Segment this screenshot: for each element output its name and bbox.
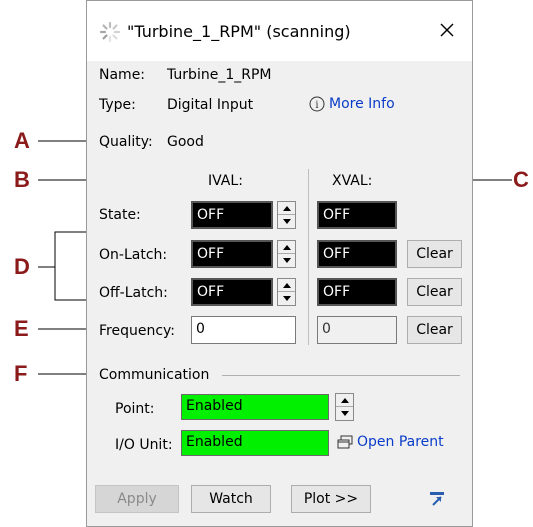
frequency-label: Frequency: — [99, 323, 176, 339]
more-info-link[interactable]: i More Info — [309, 96, 395, 112]
point-inspector-window: "Turbine_1_RPM" (scanning) Name: Turbine… — [86, 0, 473, 527]
spinner-icon — [99, 21, 121, 43]
open-parent-link[interactable]: Open Parent — [337, 434, 444, 450]
name-value: Turbine_1_RPM — [167, 67, 272, 83]
point-status-field: Enabled — [181, 394, 329, 420]
svg-text:i: i — [315, 100, 318, 111]
callout-c: C — [513, 167, 529, 192]
spin-down-icon[interactable] — [278, 292, 295, 305]
on-latch-clear-button[interactable]: Clear — [407, 240, 462, 268]
plot-button[interactable]: Plot >> — [291, 485, 371, 513]
spin-up-icon[interactable] — [278, 241, 295, 254]
info-icon: i — [309, 96, 325, 112]
frequency-clear-button[interactable]: Clear — [407, 316, 462, 344]
spin-down-icon[interactable] — [278, 254, 295, 267]
callout-b: B — [14, 167, 30, 192]
communication-separator — [222, 375, 460, 376]
io-unit-label: I/O Unit: — [115, 437, 173, 453]
on-latch-ival-spinner[interactable] — [277, 240, 296, 268]
title-bar: "Turbine_1_RPM" (scanning) — [87, 1, 472, 61]
off-latch-ival-spinner[interactable] — [277, 278, 296, 306]
quality-label: Quality: — [99, 134, 153, 150]
close-icon — [440, 23, 454, 37]
callout-d: D — [14, 254, 30, 279]
open-parent-label: Open Parent — [357, 434, 444, 450]
callout-e: E — [14, 316, 29, 341]
callout-f: F — [14, 361, 28, 386]
type-value: Digital Input — [167, 97, 254, 113]
close-button[interactable] — [432, 15, 462, 45]
spin-up-icon[interactable] — [278, 202, 295, 215]
pin-button[interactable] — [427, 489, 447, 509]
communication-section-label: Communication — [99, 367, 210, 383]
column-divider — [308, 169, 309, 345]
more-info-label: More Info — [329, 96, 395, 112]
spin-up-icon[interactable] — [336, 394, 353, 407]
on-latch-label: On-Latch: — [99, 247, 168, 263]
on-latch-ival-field[interactable]: OFF — [191, 240, 273, 268]
spin-up-icon[interactable] — [278, 279, 295, 292]
spin-down-icon[interactable] — [336, 407, 353, 420]
off-latch-label: Off-Latch: — [99, 285, 168, 301]
on-latch-xval-field[interactable]: OFF — [317, 240, 397, 268]
type-label: Type: — [99, 97, 136, 113]
frequency-xval-field: 0 — [317, 316, 397, 344]
spin-down-icon[interactable] — [278, 215, 295, 228]
off-latch-xval-field[interactable]: OFF — [317, 278, 397, 306]
callout-a: A — [14, 128, 30, 153]
off-latch-clear-button[interactable]: Clear — [407, 278, 462, 306]
state-xval-field[interactable]: OFF — [317, 201, 397, 229]
point-spinner[interactable] — [335, 393, 354, 421]
state-label: State: — [99, 207, 141, 223]
quality-value: Good — [167, 134, 204, 150]
name-label: Name: — [99, 67, 146, 83]
xval-header: XVAL: — [332, 173, 373, 189]
point-label: Point: — [115, 401, 155, 417]
open-parent-icon — [337, 435, 353, 449]
pin-icon — [430, 492, 444, 506]
off-latch-ival-field[interactable]: OFF — [191, 278, 273, 306]
state-ival-field[interactable]: OFF — [191, 201, 273, 229]
io-unit-status-field: Enabled — [181, 430, 329, 456]
window-title: "Turbine_1_RPM" (scanning) — [127, 22, 351, 41]
ival-header: IVAL: — [208, 173, 243, 189]
frequency-ival-field[interactable]: 0 — [191, 316, 296, 344]
state-ival-spinner[interactable] — [277, 201, 296, 229]
watch-button[interactable]: Watch — [191, 485, 271, 513]
apply-button[interactable]: Apply — [95, 485, 179, 513]
